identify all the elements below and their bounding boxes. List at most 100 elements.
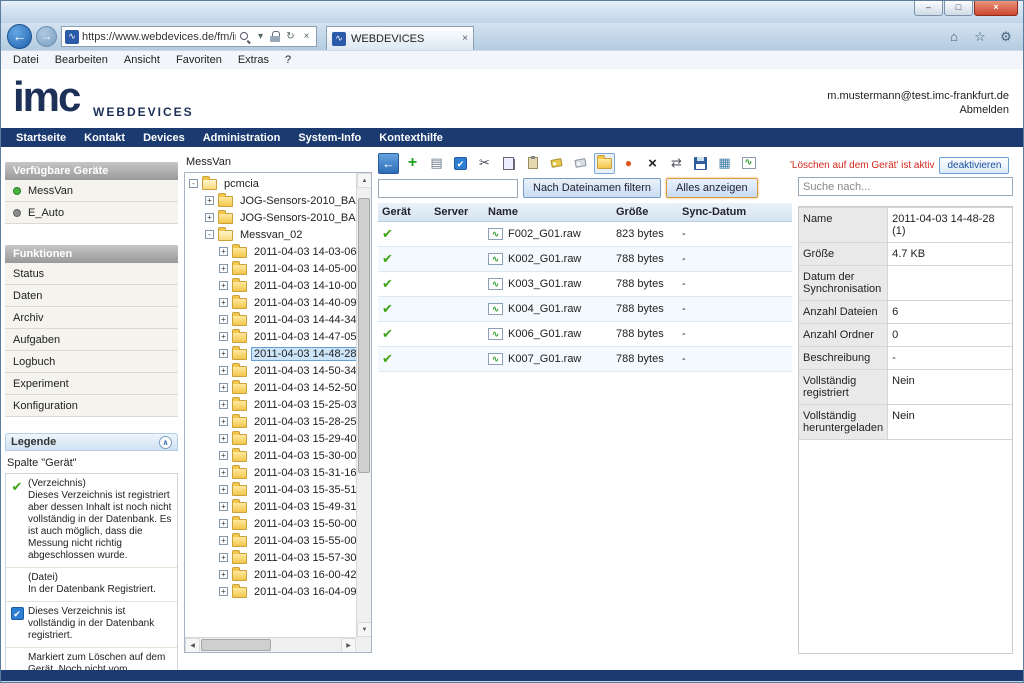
expand-icon[interactable] bbox=[219, 315, 228, 324]
tree-item[interactable]: JOG-Sensors-2010_BAN_imcDe bbox=[185, 209, 356, 226]
toolbar-register-button[interactable] bbox=[450, 153, 471, 174]
nav-startseite[interactable]: Startseite bbox=[7, 132, 75, 144]
tree-item[interactable]: 2011-04-03 15-35-51 (1) bbox=[185, 481, 356, 498]
expand-icon[interactable] bbox=[219, 451, 228, 460]
logout-link[interactable]: Abmelden bbox=[827, 103, 1009, 117]
tree-item-selected[interactable]: 2011-04-03 14-48-28 (1) bbox=[185, 345, 356, 362]
tree-item[interactable]: 2011-04-03 14-47-05 (1) bbox=[185, 328, 356, 345]
tree-item[interactable]: JOG-Sensors-2010_BAN bbox=[185, 192, 356, 209]
toolbar-folder-button[interactable] bbox=[594, 153, 615, 174]
tree-item[interactable]: 2011-04-03 15-28-25 (1) bbox=[185, 413, 356, 430]
expand-icon[interactable] bbox=[219, 502, 228, 511]
tree-item[interactable]: 2011-04-03 14-44-34 (2) bbox=[185, 311, 356, 328]
toolbar-back-button[interactable] bbox=[378, 153, 399, 174]
menu-hilfe[interactable]: ? bbox=[277, 54, 299, 66]
collapse-icon[interactable] bbox=[205, 230, 214, 239]
tree-item[interactable]: 2011-04-03 15-31-16 (1) bbox=[185, 464, 356, 481]
search-icon[interactable] bbox=[239, 31, 251, 43]
nav-kontakt[interactable]: Kontakt bbox=[75, 132, 134, 144]
tree-item[interactable]: 2011-04-03 14-10-00 (1) bbox=[185, 277, 356, 294]
expand-icon[interactable] bbox=[219, 383, 228, 392]
legend-collapse-icon[interactable]: ∧ bbox=[159, 436, 172, 449]
scroll-down-icon[interactable]: ▼ bbox=[357, 622, 372, 637]
toolbar-tag-button[interactable] bbox=[546, 153, 567, 174]
toolbar-paste-button[interactable] bbox=[522, 153, 543, 174]
expand-icon[interactable] bbox=[219, 536, 228, 545]
sidebar-item-konfiguration[interactable]: Konfiguration bbox=[5, 395, 178, 417]
file-row[interactable]: K007_G01.raw 788 bytes - bbox=[378, 347, 792, 372]
expand-icon[interactable] bbox=[219, 264, 228, 273]
expand-icon[interactable] bbox=[219, 366, 228, 375]
toolbar-grid-button[interactable] bbox=[714, 153, 735, 174]
vertical-scrollbar[interactable]: ▲ ▼ bbox=[356, 173, 371, 637]
expand-icon[interactable] bbox=[219, 587, 228, 596]
toolbar-tag2-button[interactable] bbox=[570, 153, 591, 174]
filename-filter-input[interactable] bbox=[378, 179, 518, 198]
expand-icon[interactable] bbox=[219, 281, 228, 290]
toolbar-add-button[interactable] bbox=[402, 153, 423, 174]
back-icon[interactable]: ← bbox=[7, 24, 32, 49]
address-dropdown-icon[interactable]: ▾ bbox=[254, 31, 267, 42]
close-button[interactable]: × bbox=[974, 1, 1018, 16]
tree-item[interactable]: 2011-04-03 14-03-06 (1) bbox=[185, 243, 356, 260]
search-input[interactable] bbox=[798, 177, 1013, 196]
toolbar-copy-button[interactable] bbox=[498, 153, 519, 174]
collapse-icon[interactable] bbox=[189, 179, 198, 188]
tree-item[interactable]: 2011-04-03 15-49-31 (2) bbox=[185, 498, 356, 515]
toolbar-delete-button[interactable] bbox=[642, 153, 663, 174]
expand-icon[interactable] bbox=[219, 400, 228, 409]
tree-item[interactable]: 2011-04-03 15-25-03 (1) bbox=[185, 396, 356, 413]
deactivate-button[interactable]: deaktivieren bbox=[939, 157, 1009, 174]
browser-tab[interactable]: ∿ WEBDEVICES × bbox=[326, 26, 474, 50]
url-text[interactable]: https://www.webdevices.de/fm/index/bi bbox=[82, 31, 236, 43]
menu-favoriten[interactable]: Favoriten bbox=[168, 54, 230, 66]
favorites-star-icon[interactable]: ☆ bbox=[969, 29, 991, 45]
menu-bearbeiten[interactable]: Bearbeiten bbox=[47, 54, 116, 66]
col-sync-datum[interactable]: Sync-Datum bbox=[678, 203, 792, 222]
scroll-left-icon[interactable]: ◀ bbox=[185, 638, 200, 653]
device-item-e-auto[interactable]: E_Auto bbox=[5, 202, 178, 224]
sidebar-item-daten[interactable]: Daten bbox=[5, 285, 178, 307]
expand-icon[interactable] bbox=[219, 298, 228, 307]
sidebar-item-aufgaben[interactable]: Aufgaben bbox=[5, 329, 178, 351]
nav-devices[interactable]: Devices bbox=[134, 132, 194, 144]
file-row[interactable]: K006_G01.raw 788 bytes - bbox=[378, 322, 792, 347]
tree-item[interactable]: 2011-04-03 14-05-00 (1) bbox=[185, 260, 356, 277]
minimize-button[interactable]: – bbox=[914, 1, 943, 16]
toolbar-cut-button[interactable] bbox=[474, 153, 495, 174]
tree-item[interactable]: 2011-04-03 14-50-34 (1) bbox=[185, 362, 356, 379]
toolbar-save-button[interactable] bbox=[690, 153, 711, 174]
scroll-thumb[interactable] bbox=[358, 198, 370, 473]
expand-icon[interactable] bbox=[219, 247, 228, 256]
tab-close-icon[interactable]: × bbox=[462, 33, 468, 44]
menu-datei[interactable]: Datei bbox=[5, 54, 47, 66]
horizontal-scrollbar[interactable]: ◀ ▶ bbox=[185, 637, 356, 652]
tree-item[interactable]: 2011-04-03 15-29-40 (2) bbox=[185, 430, 356, 447]
sidebar-item-status[interactable]: Status bbox=[5, 263, 178, 285]
col-server[interactable]: Server bbox=[430, 203, 484, 222]
tree-item[interactable]: 2011-04-03 14-52-50 (1) bbox=[185, 379, 356, 396]
expand-icon[interactable] bbox=[219, 553, 228, 562]
maximize-button[interactable]: □ bbox=[944, 1, 973, 16]
file-row[interactable]: K002_G01.raw 788 bytes - bbox=[378, 247, 792, 272]
expand-icon[interactable] bbox=[219, 485, 228, 494]
expand-icon[interactable] bbox=[205, 213, 214, 222]
tree-item[interactable]: 2011-04-03 15-57-30 (3) bbox=[185, 549, 356, 566]
col-name[interactable]: Name bbox=[484, 203, 612, 222]
scroll-up-icon[interactable]: ▲ bbox=[357, 173, 372, 188]
expand-icon[interactable] bbox=[219, 468, 228, 477]
expand-icon[interactable] bbox=[219, 570, 228, 579]
expand-icon[interactable] bbox=[219, 332, 228, 341]
expand-icon[interactable] bbox=[219, 349, 228, 358]
tree-item[interactable]: 2011-04-03 16-04-09 (1) bbox=[185, 583, 356, 600]
menu-extras[interactable]: Extras bbox=[230, 54, 277, 66]
col-groesse[interactable]: Größe bbox=[612, 203, 678, 222]
col-geraet[interactable]: Gerät bbox=[378, 203, 430, 222]
tree-item[interactable]: 2011-04-03 15-55-00 (2) bbox=[185, 532, 356, 549]
sidebar-item-archiv[interactable]: Archiv bbox=[5, 307, 178, 329]
file-row[interactable]: F002_G01.raw 823 bytes - bbox=[378, 222, 792, 247]
settings-gear-icon[interactable]: ⚙ bbox=[995, 29, 1017, 45]
show-all-button[interactable]: Alles anzeigen bbox=[666, 178, 758, 198]
filter-button[interactable]: Nach Dateinamen filtern bbox=[523, 178, 661, 198]
scroll-thumb[interactable] bbox=[201, 639, 271, 651]
